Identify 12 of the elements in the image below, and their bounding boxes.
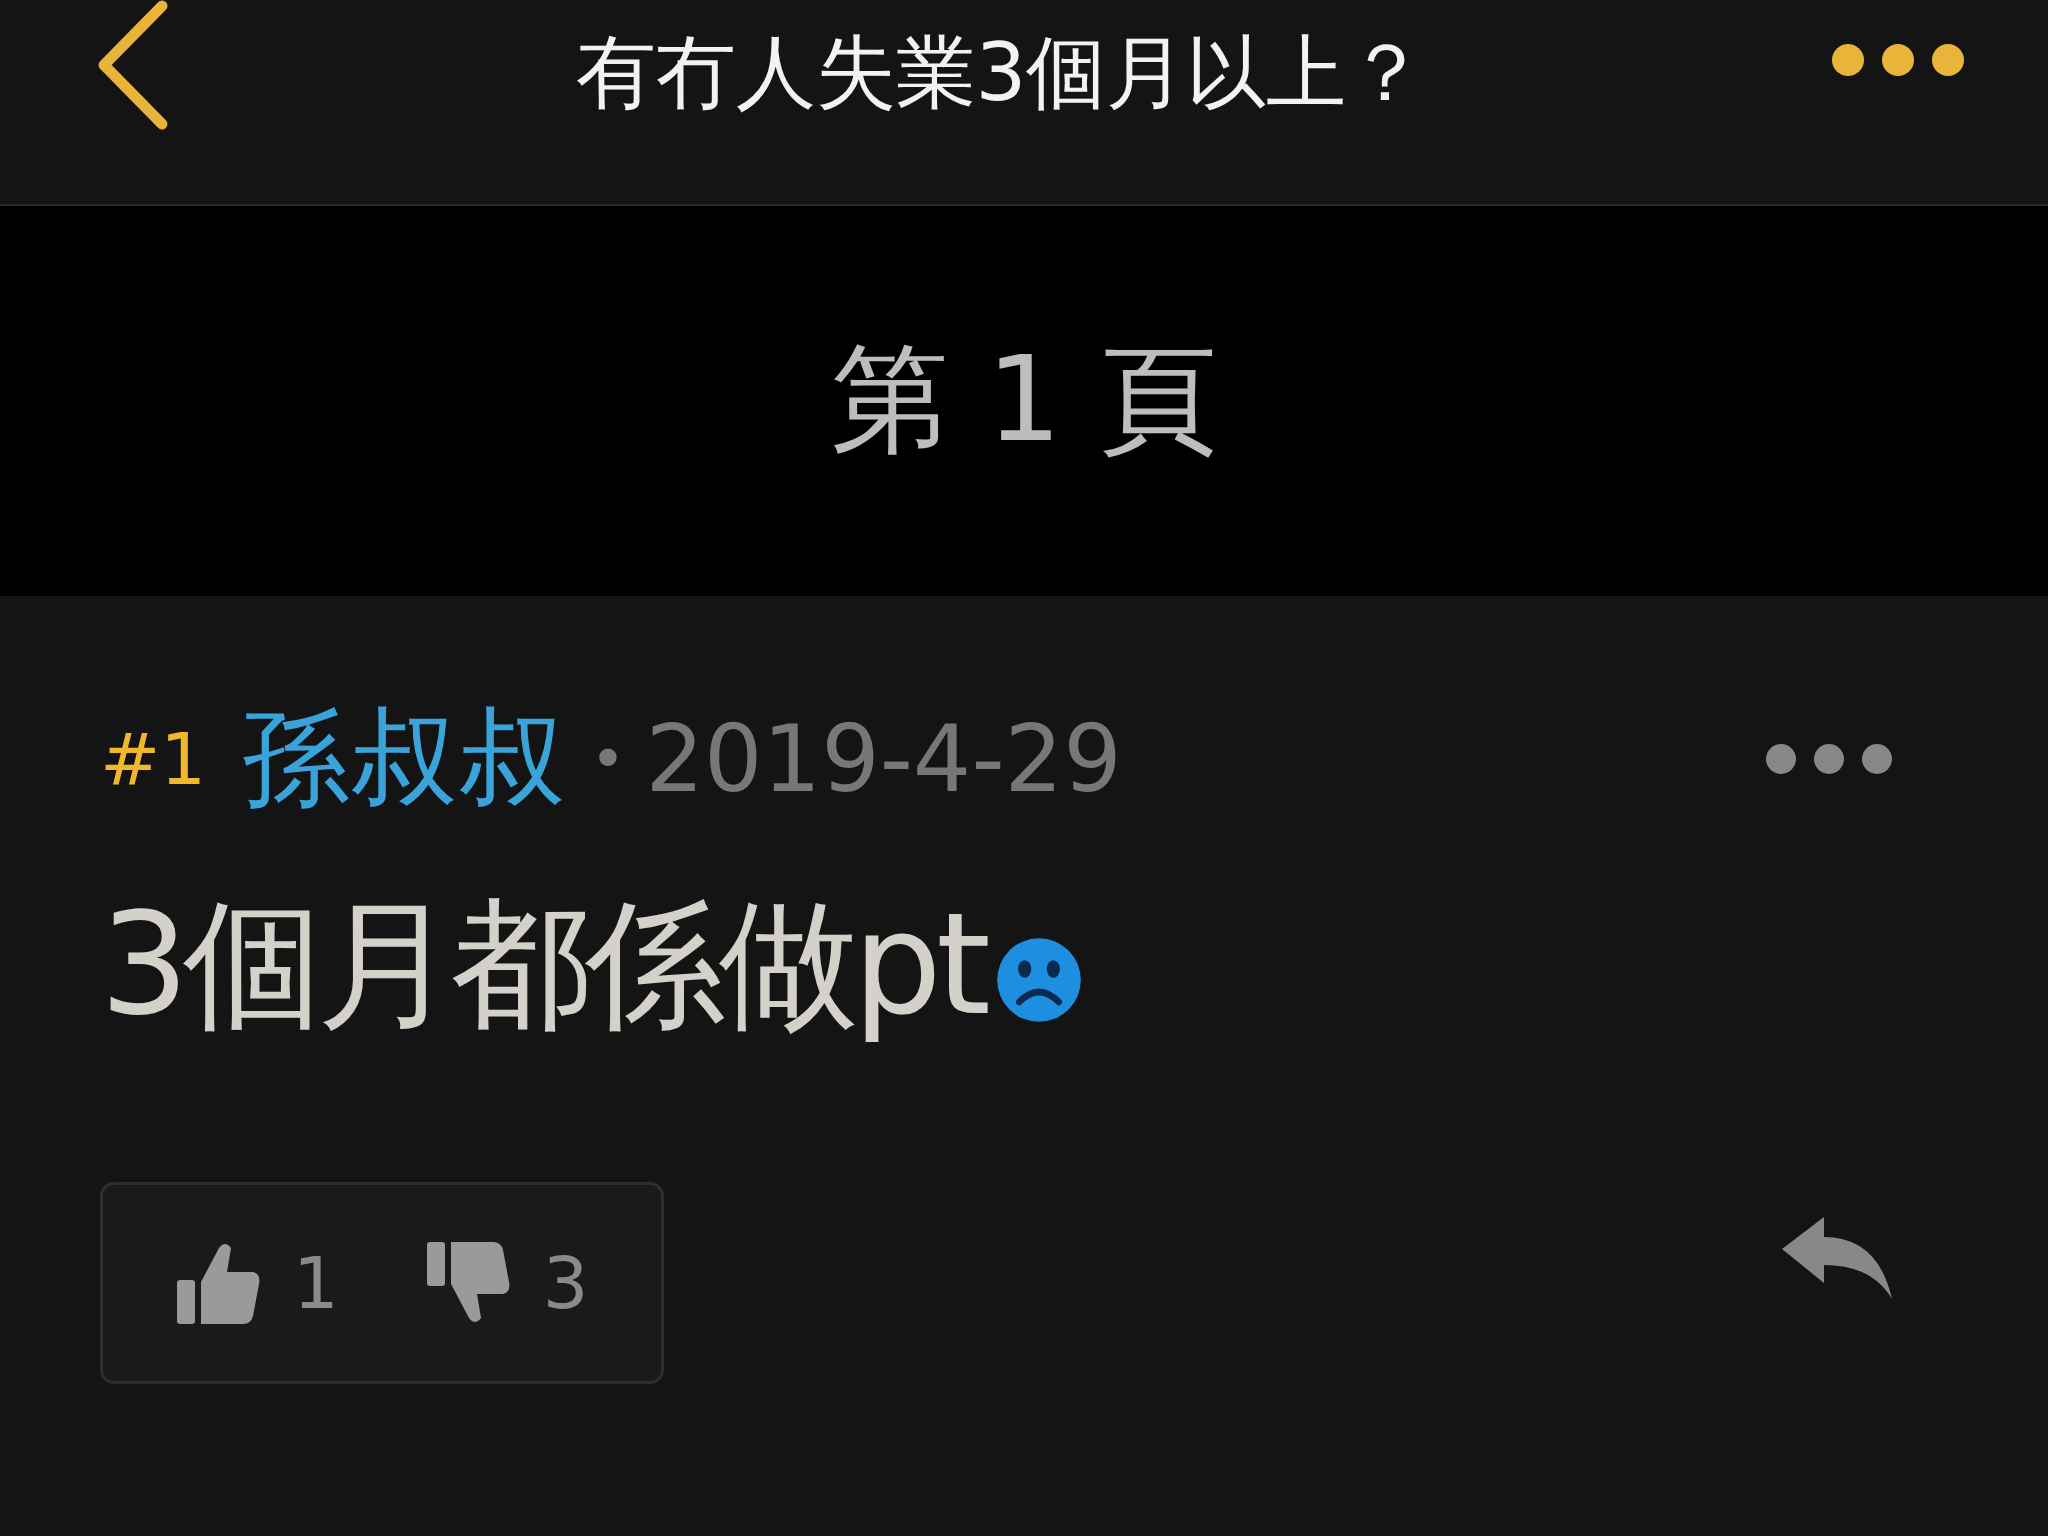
post-date: 2019-4-29 xyxy=(645,705,1122,813)
more-icon[interactable] xyxy=(1764,742,1894,776)
author-name[interactable]: 孫叔叔 xyxy=(242,686,567,832)
separator-dot: • xyxy=(590,724,626,794)
vote-count: 3 xyxy=(542,1241,589,1325)
page-label: 第 1 頁 xyxy=(830,329,1218,470)
thread-title: 有冇人失業3個月以上？ xyxy=(574,25,1428,121)
more-icon[interactable] xyxy=(1830,42,1966,78)
vote-count: 1 xyxy=(293,1241,339,1325)
post-content: 3個月都係做pt xyxy=(100,882,985,1048)
sad-face-icon xyxy=(994,936,1083,1024)
post-number: #1 xyxy=(100,717,207,801)
